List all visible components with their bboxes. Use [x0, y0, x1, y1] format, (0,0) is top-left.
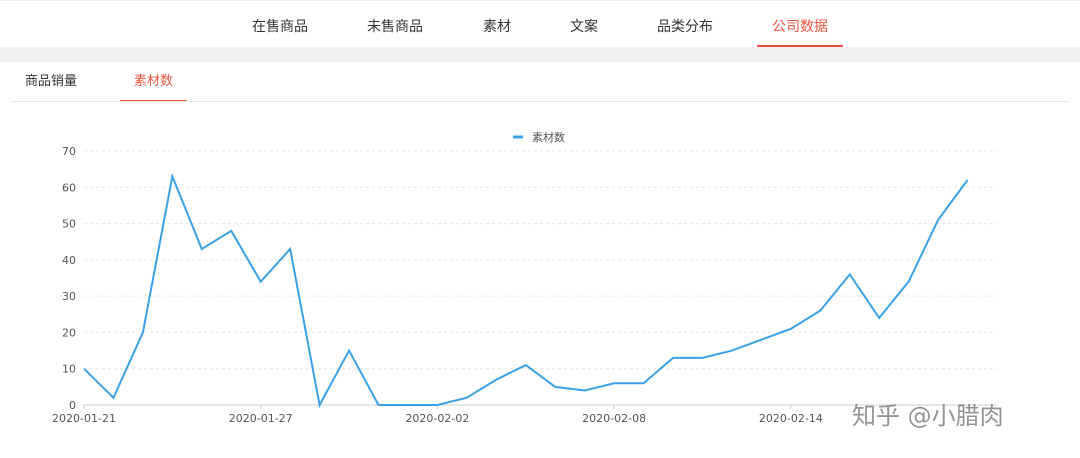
- y-tick-label: 0: [69, 399, 76, 412]
- x-tick-label: 2020-01-21: [52, 412, 116, 425]
- y-tick-label: 50: [62, 218, 76, 231]
- y-tick-label: 30: [62, 290, 76, 303]
- x-tick-label: 2020-02-14: [759, 412, 823, 425]
- tab-unsold-products[interactable]: 未售商品: [359, 1, 431, 47]
- y-tick-label: 40: [62, 254, 76, 267]
- tab-copywriting[interactable]: 文案: [562, 1, 606, 47]
- x-tick-label: 2020-01-27: [229, 412, 293, 425]
- tab-company-data[interactable]: 公司数据: [757, 1, 843, 47]
- sub-tab-bar: 商品销量 素材数: [0, 62, 1080, 102]
- y-tick-label: 10: [62, 363, 76, 376]
- subtab-product-sales[interactable]: 商品销量: [20, 62, 82, 100]
- top-tab-bar: 在售商品 未售商品 素材 文案 品类分布 公司数据: [0, 0, 1080, 48]
- tab-materials[interactable]: 素材: [475, 1, 519, 47]
- material-count-line-chart: 0 10 20 30 40 50 60 70 2020-01-21 2020-01-27 2020-…: [52, 130, 997, 425]
- y-tick-label: 20: [62, 326, 76, 339]
- x-tick-label: 2020-02-08: [582, 412, 646, 425]
- subtab-material-count[interactable]: 素材数: [120, 62, 187, 102]
- sub-tab-divider: [10, 101, 1070, 102]
- y-tick-label: 60: [62, 181, 76, 194]
- series-line: [83, 172, 969, 408]
- y-tick-label: 70: [62, 145, 76, 158]
- legend-label: 素材数: [532, 130, 565, 144]
- section-divider: [0, 47, 1080, 62]
- x-tick-label: 2020-02-02: [405, 412, 469, 425]
- tab-category-distribution[interactable]: 品类分布: [649, 1, 721, 47]
- tab-on-sale-products[interactable]: 在售商品: [244, 1, 316, 47]
